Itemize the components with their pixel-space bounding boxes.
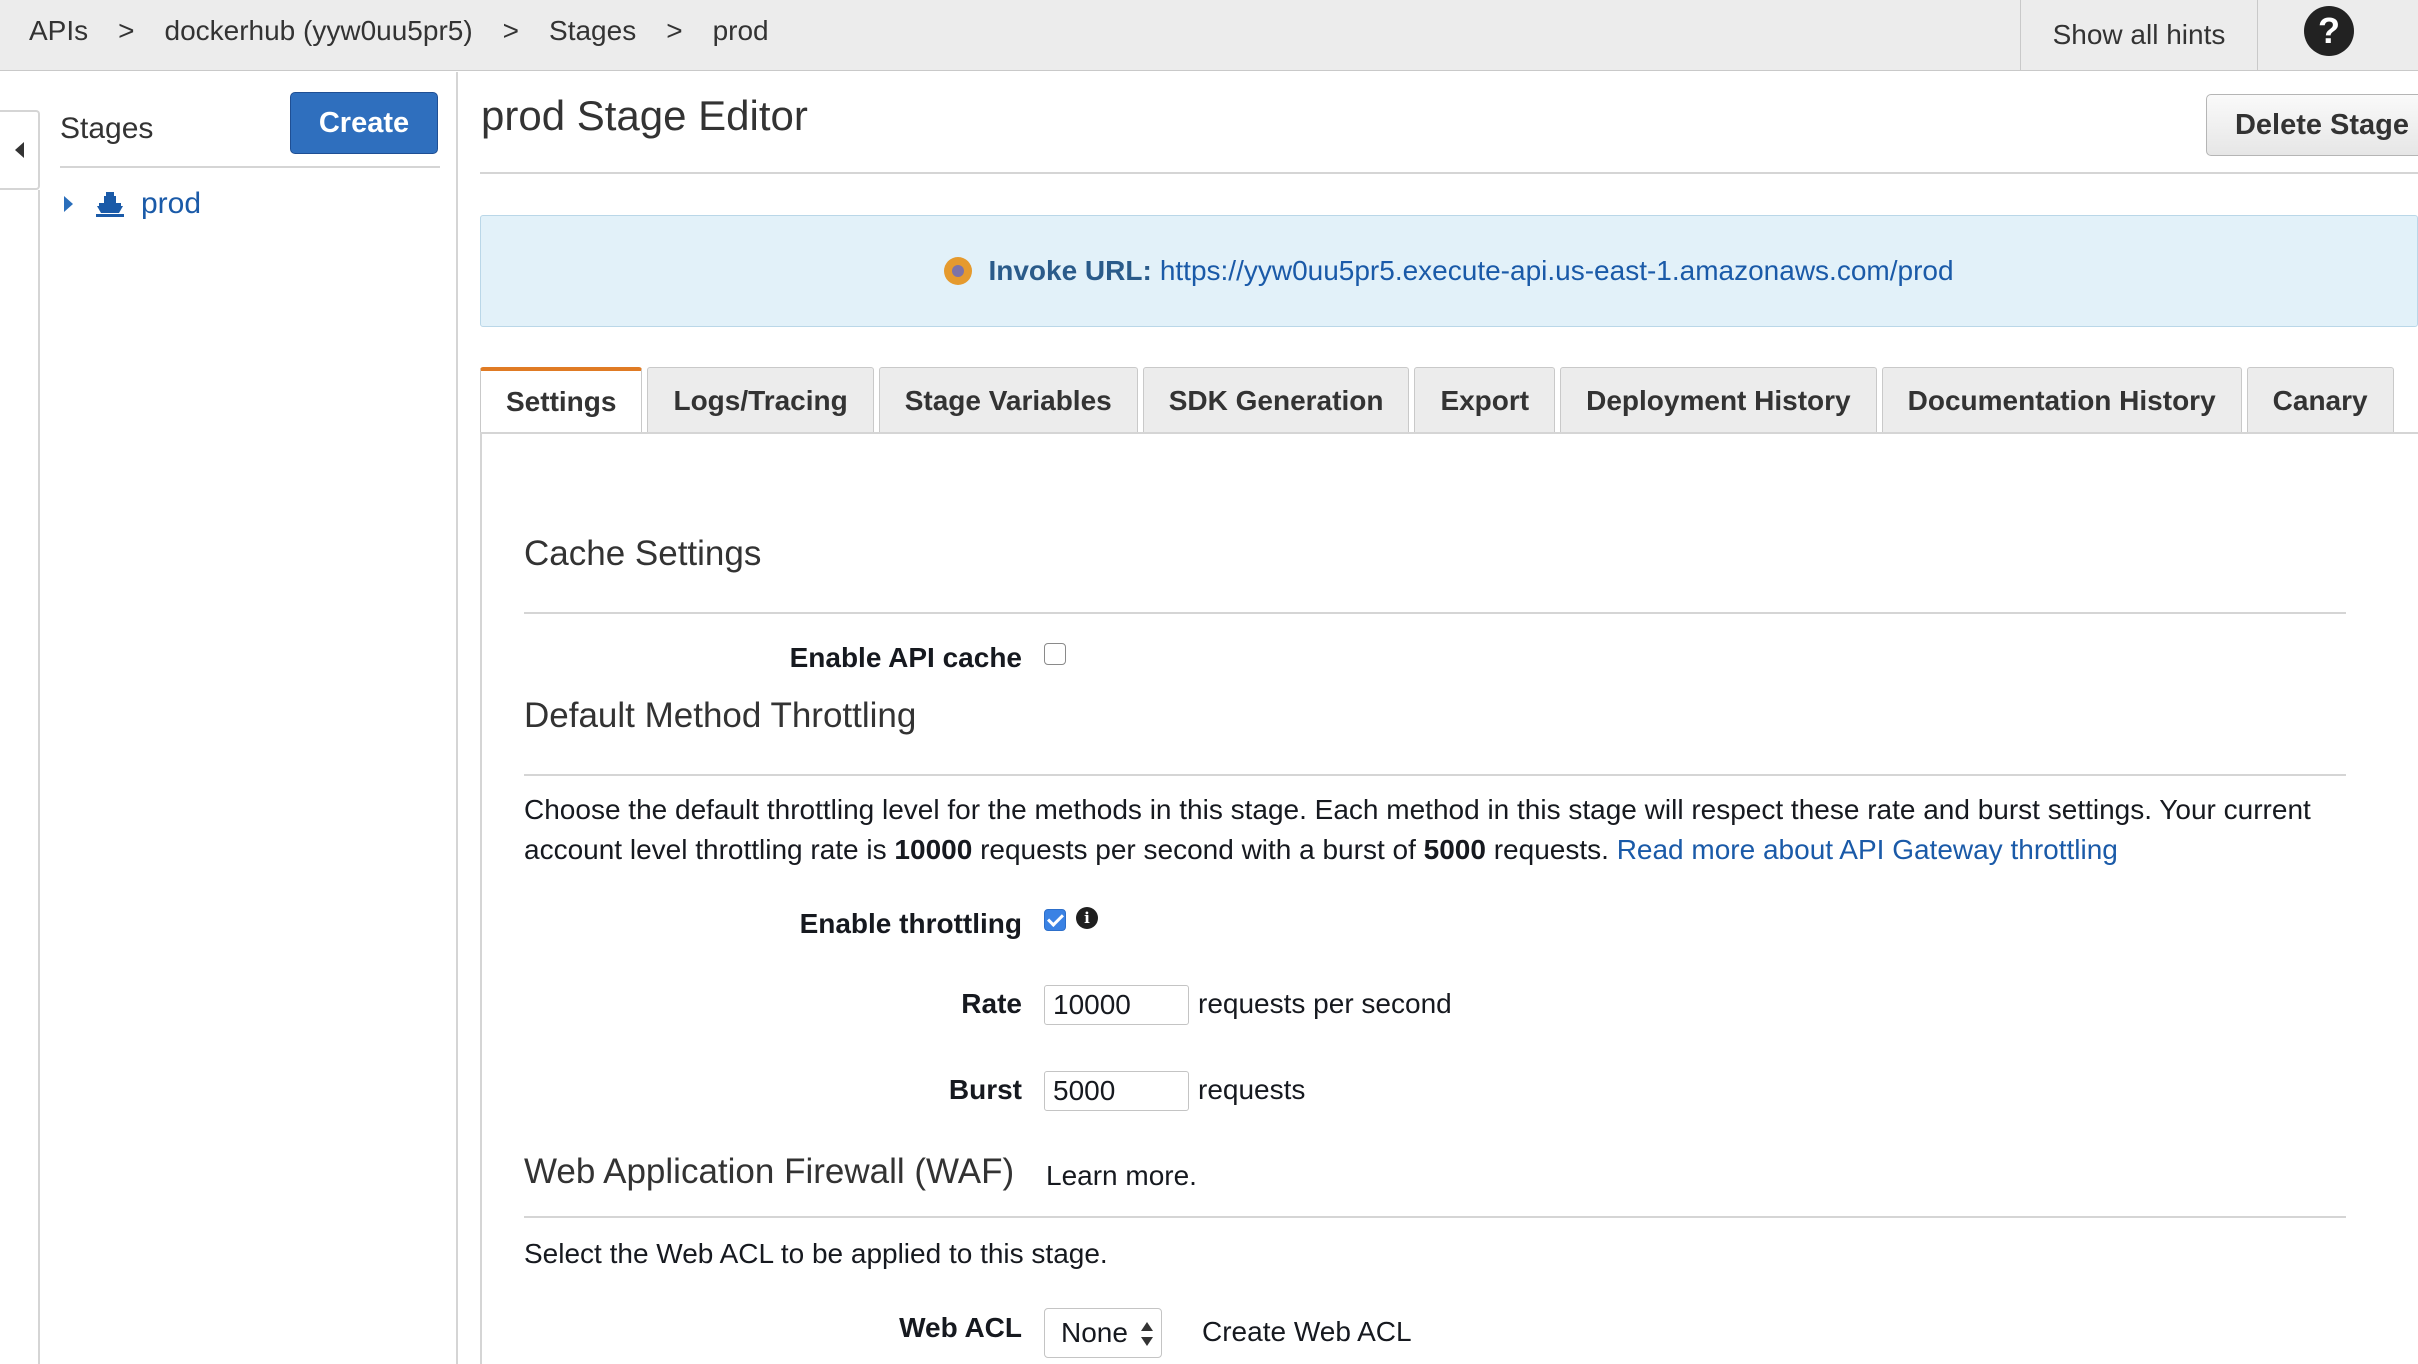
- invoke-url-label: Invoke URL:: [988, 255, 1152, 286]
- divider: [524, 612, 2346, 614]
- divider: [60, 166, 440, 168]
- stage-editor: prod Stage Editor Delete Stage Invoke UR…: [480, 72, 2418, 1364]
- caret-right-icon[interactable]: [64, 196, 73, 212]
- tab-documentation-history[interactable]: Documentation History: [1881, 367, 2242, 433]
- create-web-acl-link[interactable]: Create Web ACL: [1202, 1316, 1412, 1348]
- stage-tree-label[interactable]: prod: [141, 187, 201, 221]
- enable-throttling-checkbox[interactable]: [1044, 909, 1066, 931]
- enable-throttling-label: Enable throttling: [799, 908, 1022, 939]
- waf-description: Select the Web ACL to be applied to this…: [524, 1238, 1108, 1269]
- waf-title: Web Application Firewall (WAF): [524, 1152, 1015, 1191]
- breadcrumb-apis[interactable]: APIs: [29, 15, 88, 47]
- stage-tree-item-prod[interactable]: prod: [64, 184, 201, 224]
- throttling-title: Default Method Throttling: [524, 696, 917, 735]
- invoke-url-banner: Invoke URL: https://yyw0uu5pr5.execute-a…: [480, 215, 2418, 327]
- throttling-read-more-link[interactable]: Read more about API Gateway throttling: [1617, 834, 2118, 865]
- rate-unit: requests per second: [1198, 988, 1452, 1019]
- invoke-status-icon: [944, 257, 973, 285]
- account-burst-value: 5000: [1423, 834, 1486, 865]
- enable-api-cache-label: Enable API cache: [789, 642, 1022, 673]
- tab-sdk-generation[interactable]: SDK Generation: [1142, 367, 1410, 433]
- burst-input[interactable]: 5000: [1044, 1071, 1189, 1111]
- top-bar: APIs > dockerhub (yyw0uu5pr5) > Stages >…: [0, 0, 2418, 71]
- stages-title: Stages: [60, 112, 154, 145]
- breadcrumb-api-name[interactable]: dockerhub (yyw0uu5pr5): [165, 15, 473, 47]
- chevron-left-icon: [14, 142, 24, 158]
- tab-export[interactable]: Export: [1414, 367, 1556, 433]
- enable-api-cache-checkbox[interactable]: [1044, 643, 1066, 665]
- breadcrumb-stages[interactable]: Stages: [549, 15, 636, 47]
- burst-label: Burst: [948, 1074, 1022, 1105]
- tab-bar: Settings Logs/Tracing Stage Variables SD…: [480, 367, 2399, 433]
- web-acl-select[interactable]: None: [1044, 1308, 1162, 1358]
- divider: [524, 1216, 2346, 1218]
- web-acl-label: Web ACL: [899, 1312, 1022, 1343]
- breadcrumb-separator: >: [502, 15, 520, 46]
- page-title: prod Stage Editor: [481, 92, 808, 139]
- show-all-hints-button[interactable]: Show all hints: [2020, 0, 2258, 70]
- info-icon[interactable]: i: [1076, 907, 1098, 929]
- stage-icon: [96, 192, 124, 217]
- stages-panel: Stages Create prod: [40, 72, 458, 1364]
- select-arrows-icon: [1141, 1320, 1153, 1348]
- tab-deployment-history[interactable]: Deployment History: [1560, 367, 1877, 433]
- divider: [480, 172, 2418, 174]
- breadcrumb: APIs > dockerhub (yyw0uu5pr5) > Stages >…: [29, 0, 769, 62]
- tab-canary[interactable]: Canary: [2246, 367, 2394, 433]
- web-acl-selected-value: None: [1061, 1317, 1128, 1348]
- throttling-description: Choose the default throttling level for …: [524, 794, 2311, 865]
- burst-unit: requests: [1198, 1074, 1306, 1105]
- tab-stage-variables[interactable]: Stage Variables: [878, 367, 1138, 433]
- breadcrumb-current-stage: prod: [712, 15, 769, 46]
- divider: [524, 774, 2346, 776]
- cache-settings-title: Cache Settings: [524, 534, 762, 573]
- help-icon[interactable]: ?: [2304, 6, 2354, 56]
- rate-input[interactable]: 10000: [1044, 985, 1189, 1025]
- settings-panel: Cache Settings Enable API cache Default …: [480, 432, 2418, 1364]
- collapse-sidebar-button[interactable]: [0, 110, 40, 190]
- delete-stage-button[interactable]: Delete Stage: [2206, 94, 2418, 156]
- breadcrumb-separator: >: [666, 15, 683, 46]
- breadcrumb-separator: >: [118, 15, 135, 46]
- invoke-url-link[interactable]: https://yyw0uu5pr5.execute-api.us-east-1…: [1160, 255, 1954, 287]
- create-stage-button[interactable]: Create: [290, 92, 438, 154]
- tab-logs-tracing[interactable]: Logs/Tracing: [647, 367, 874, 433]
- rate-label: Rate: [961, 988, 1022, 1019]
- account-rate-value: 10000: [894, 834, 973, 865]
- tab-settings[interactable]: Settings: [480, 367, 643, 433]
- waf-learn-more-link[interactable]: Learn more.: [1046, 1160, 1197, 1192]
